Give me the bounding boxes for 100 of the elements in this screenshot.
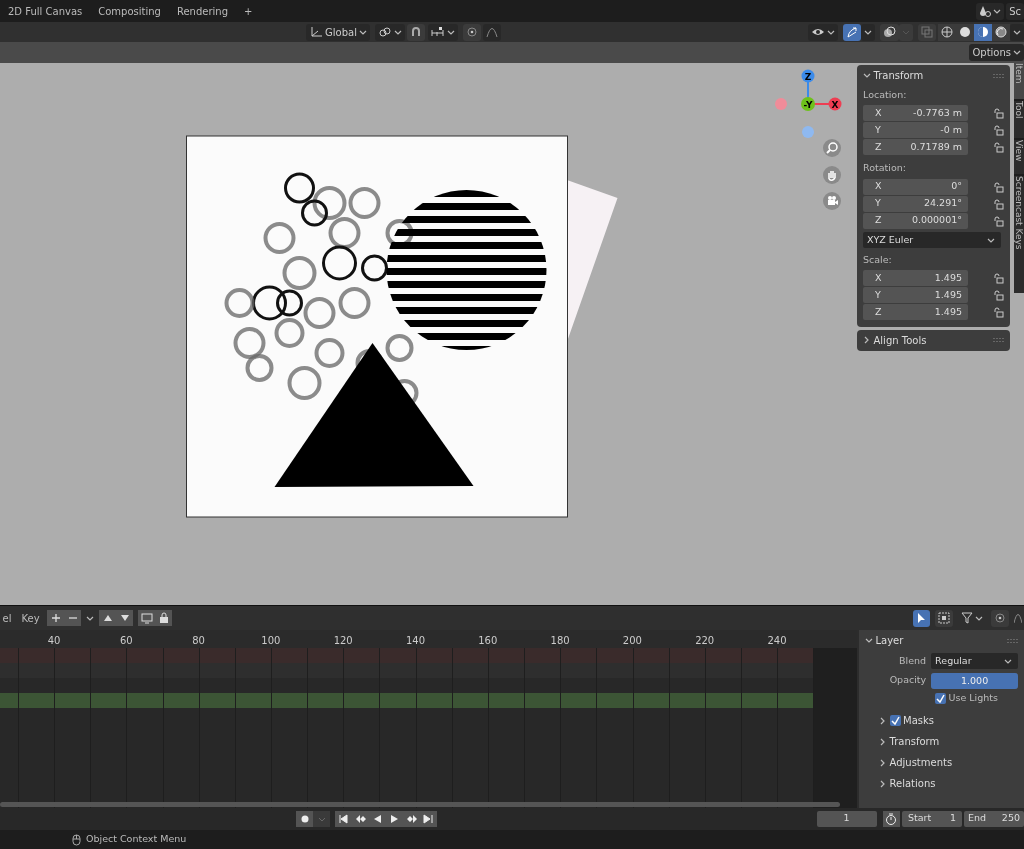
gizmo-toggle[interactable] xyxy=(842,23,861,41)
shading-mode-button[interactable] xyxy=(992,23,1010,41)
panel-title[interactable]: Layer xyxy=(875,633,1005,648)
options-dropdown[interactable]: Options xyxy=(969,44,1024,61)
select-tool-button[interactable] xyxy=(912,609,930,627)
end-frame-field[interactable]: End 250 xyxy=(964,810,1024,827)
opacity-slider[interactable]: 1.000 xyxy=(931,672,1018,689)
target-icon xyxy=(993,612,1006,624)
number-field[interactable]: Z 0.000001° xyxy=(863,212,968,229)
lock-icon[interactable] xyxy=(992,215,1004,227)
subpanel-title[interactable]: Adjustments xyxy=(889,755,953,771)
checkbox[interactable] xyxy=(935,692,946,704)
blend-dropdown[interactable]: Regular xyxy=(931,653,1018,669)
record-button[interactable] xyxy=(296,811,313,827)
sidebar-tab[interactable]: View xyxy=(1014,140,1024,175)
chevron-down-icon xyxy=(393,28,402,36)
subpanel-title[interactable]: Relations xyxy=(889,776,936,792)
shading-mode-button[interactable] xyxy=(956,23,974,41)
gizmo-dropdown[interactable] xyxy=(860,23,875,41)
subpanel-title[interactable]: Transform xyxy=(889,734,940,750)
subpanel-title[interactable]: Masks xyxy=(903,713,934,729)
keyframe-button[interactable] xyxy=(64,610,82,626)
lock-icon[interactable] xyxy=(992,142,1004,154)
visibility-dropdown[interactable] xyxy=(807,23,838,41)
link-icon xyxy=(377,26,392,38)
add-workspace-button[interactable]: + xyxy=(236,3,261,19)
lock-icon[interactable] xyxy=(992,181,1004,193)
panel-title[interactable]: Align Tools xyxy=(873,332,991,348)
axis-handle[interactable] xyxy=(802,126,814,138)
number-field[interactable]: Z 0.71789 m xyxy=(863,139,968,156)
number-field[interactable]: X 1.495 xyxy=(863,270,968,287)
lock-icon[interactable] xyxy=(992,125,1004,137)
pivot-dropdown[interactable] xyxy=(374,23,405,41)
sidebar-tab[interactable]: Item xyxy=(1014,63,1024,99)
number-field[interactable]: Z 1.495 xyxy=(863,304,968,321)
overlay-toggle[interactable] xyxy=(879,23,899,41)
proportional-edit-toggle[interactable] xyxy=(462,23,481,41)
view-toggle[interactable] xyxy=(155,610,173,626)
transport-button[interactable] xyxy=(335,811,352,827)
timeline-menu[interactable]: Key xyxy=(18,610,43,626)
lock-icon[interactable] xyxy=(992,273,1004,285)
view-toggle[interactable] xyxy=(138,610,156,626)
axes-icon xyxy=(309,26,324,38)
scrollbar[interactable] xyxy=(0,802,840,807)
number-field[interactable]: Y 1.495 xyxy=(863,287,968,304)
field-value: 250 xyxy=(1001,811,1020,826)
transport-button[interactable] xyxy=(403,811,420,827)
frame-number: 220 xyxy=(694,634,716,648)
axis-handle[interactable]: -Y xyxy=(801,97,815,111)
shading-mode-button[interactable] xyxy=(974,23,992,41)
nav-button[interactable] xyxy=(823,165,841,184)
timeline-menu[interactable]: el xyxy=(0,610,14,626)
axis-label: X xyxy=(875,179,882,194)
keyframe-button[interactable] xyxy=(116,610,134,626)
workspace-tab[interactable]: Compositing xyxy=(90,3,169,19)
start-frame-field[interactable]: Start 1 xyxy=(902,810,962,827)
proportional-edit-toggle[interactable] xyxy=(990,609,1009,627)
check-icon xyxy=(890,716,900,726)
sidebar-tab[interactable]: Screencast Keys xyxy=(1014,176,1024,293)
number-field[interactable]: Y 24.291° xyxy=(863,195,968,212)
scene-selector[interactable]: Sc xyxy=(1006,2,1024,20)
axis-handle[interactable] xyxy=(775,98,787,110)
number-field[interactable]: X -0.7763 m xyxy=(863,105,968,122)
zoom-icon xyxy=(823,139,841,157)
lock-icon[interactable] xyxy=(992,108,1004,120)
xray-toggle[interactable] xyxy=(917,23,936,41)
keyframe-button[interactable] xyxy=(99,610,117,626)
shading-mode-button[interactable] xyxy=(938,23,956,41)
number-field[interactable]: Y -0 m xyxy=(863,122,968,139)
chevron-down-icon xyxy=(1013,49,1021,56)
snap-toggle[interactable] xyxy=(407,23,426,41)
field-value: 0.000001° xyxy=(911,213,962,228)
lock-icon[interactable] xyxy=(992,198,1004,210)
workspace-tab[interactable]: 2D Full Canvas xyxy=(0,3,91,19)
chevron-down-icon xyxy=(974,614,983,622)
panel-title[interactable]: Transform xyxy=(873,68,991,83)
box-select-button[interactable] xyxy=(934,609,953,627)
stopwatch-button[interactable] xyxy=(882,811,900,827)
rotation-mode-dropdown[interactable]: XYZ Euler xyxy=(863,232,1001,248)
current-frame-field[interactable]: 1 xyxy=(816,810,877,827)
checkbox[interactable] xyxy=(889,715,901,727)
drops-icon xyxy=(978,5,991,17)
snap-target-dropdown[interactable] xyxy=(427,23,458,41)
triangle-down-icon xyxy=(119,613,130,623)
nav-button[interactable] xyxy=(823,139,841,157)
nav-button[interactable] xyxy=(823,192,841,210)
shading-dropdown[interactable] xyxy=(1010,23,1024,41)
orientation-dropdown[interactable]: Global xyxy=(306,23,370,41)
sidebar-tab[interactable]: Tool xyxy=(1014,100,1024,139)
falloff-dropdown[interactable] xyxy=(483,23,502,41)
field-value: 0.71789 m xyxy=(910,140,962,155)
chevron-down-icon xyxy=(992,7,1001,15)
chevron-down-icon xyxy=(826,28,835,36)
view-layer-button[interactable] xyxy=(975,2,1004,20)
transport-button[interactable] xyxy=(420,811,437,827)
lock-icon[interactable] xyxy=(992,290,1004,302)
number-field[interactable]: X 0° xyxy=(863,178,968,195)
workspace-tab[interactable]: Rendering xyxy=(168,3,236,19)
group-label: Location: xyxy=(863,88,908,102)
lock-icon[interactable] xyxy=(992,307,1004,319)
